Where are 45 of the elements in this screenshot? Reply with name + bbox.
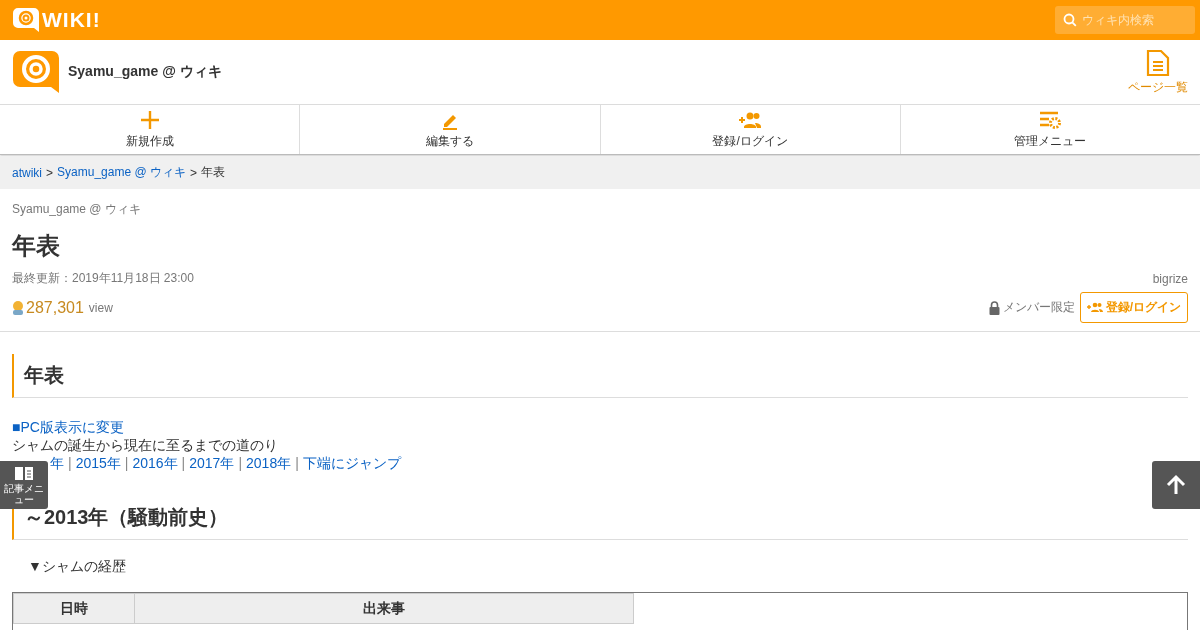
author-name: bigrize (1152, 271, 1188, 286)
breadcrumb-link[interactable]: atwiki (12, 165, 42, 180)
last-updated: 最終更新：2019年11月18日 23:00 (12, 270, 194, 287)
wiki-name: Syamu_game @ ウィキ (12, 201, 142, 218)
breadcrumb-separator: > (189, 165, 197, 180)
table-header: 日時 (13, 593, 135, 624)
scroll-top-button[interactable] (1152, 461, 1200, 509)
article-heading: 年表 (12, 354, 1188, 398)
arrow-up-icon (1165, 474, 1187, 496)
article-menu-button[interactable]: 記事メニュー (0, 461, 48, 509)
year-link[interactable]: 年 (50, 454, 64, 472)
year-link[interactable]: 2015年 (75, 454, 121, 472)
year-link[interactable]: 2017年 (189, 454, 235, 472)
link-separator: | (124, 454, 129, 472)
year-link[interactable]: 2016年 (132, 454, 178, 472)
at-logo-icon (12, 7, 40, 33)
table-header: 出来事 (134, 593, 634, 624)
nav-button[interactable]: 新規作成 (0, 105, 301, 154)
collapse-toggle[interactable]: ▼シャムの経歴 (28, 558, 1188, 576)
page-title: 年表 (12, 231, 61, 261)
breadcrumb-separator: > (46, 165, 54, 180)
nav-button[interactable]: 登録/ログイン (600, 105, 901, 154)
search-icon (1063, 13, 1077, 27)
intro-text: シャムの誕生から現在に至るまでの道のり (12, 436, 279, 454)
link-separator: | (181, 454, 186, 472)
admin-icon (1038, 109, 1063, 131)
view-unit: view (88, 300, 113, 315)
book-icon (14, 465, 34, 481)
breadcrumb-link[interactable]: Syamu_game @ ウィキ (57, 164, 186, 181)
link-separator: | (238, 454, 243, 472)
year-link[interactable]: 2018年 (246, 454, 292, 472)
member-only-label: メンバー限定 (1002, 299, 1075, 316)
year-link[interactable]: 下端にジャンプ (302, 454, 401, 472)
nav-button[interactable]: 管理メニュー (900, 105, 1200, 154)
lock-icon (988, 300, 1000, 315)
document-icon (1146, 48, 1170, 77)
breadcrumb-current: 年表 (200, 164, 225, 181)
view-count: 287,301 (26, 298, 84, 317)
nav-button[interactable]: 編集する (300, 105, 601, 154)
person-add-icon (1086, 302, 1103, 313)
pc-view-link[interactable]: ■PC版表示に変更 (12, 419, 124, 435)
link-separator: | (295, 454, 299, 472)
site-title[interactable]: Syamu_game @ ウィキ (68, 63, 222, 81)
link-separator: | (68, 454, 72, 472)
medal-icon (12, 299, 24, 316)
